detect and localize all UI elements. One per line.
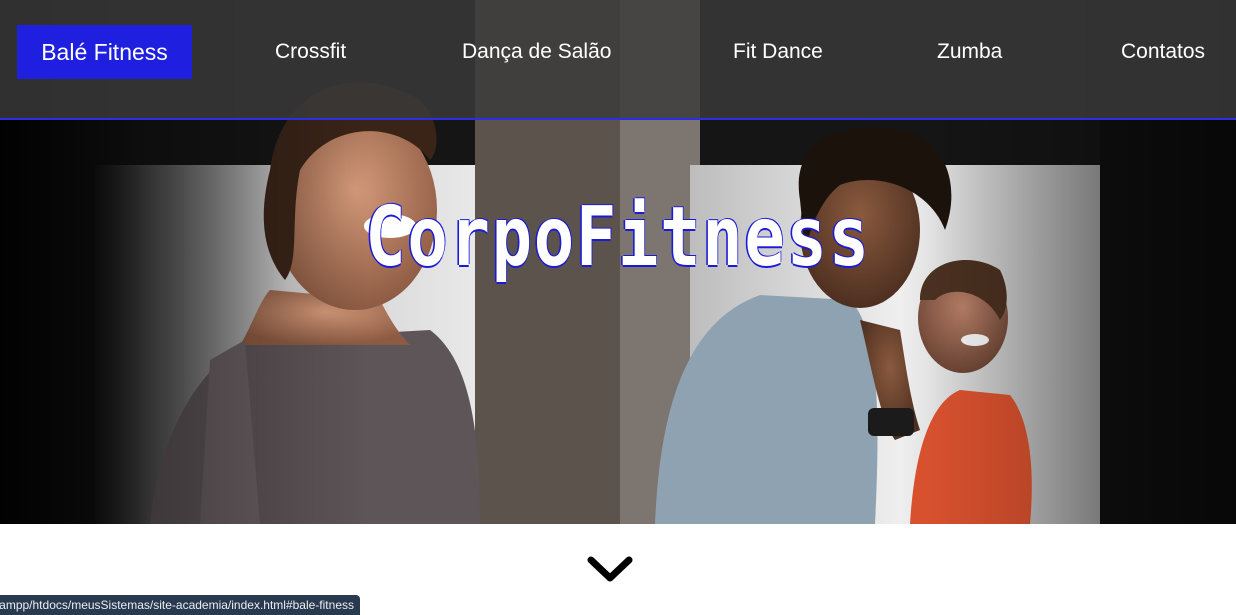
nav-item-zumba[interactable]: Zumba: [937, 25, 1002, 79]
hero-title: CorpoFitness: [365, 190, 871, 285]
chevron-down-icon[interactable]: [586, 553, 634, 587]
navbar: Balé Fitness Crossfit Dança de Salão Fit…: [0, 0, 1236, 120]
nav-item-danca-de-salao[interactable]: Dança de Salão: [462, 25, 611, 79]
nav-item-contatos[interactable]: Contatos: [1121, 25, 1205, 79]
nav-item-crossfit[interactable]: Crossfit: [275, 25, 346, 79]
nav-item-bale-fitness[interactable]: Balé Fitness: [17, 25, 192, 79]
nav-item-fit-dance[interactable]: Fit Dance: [733, 25, 823, 79]
status-url-text: ampp/htdocs/meusSistemas/site-academia/i…: [0, 598, 354, 612]
browser-status-url: ampp/htdocs/meusSistemas/site-academia/i…: [0, 595, 360, 615]
